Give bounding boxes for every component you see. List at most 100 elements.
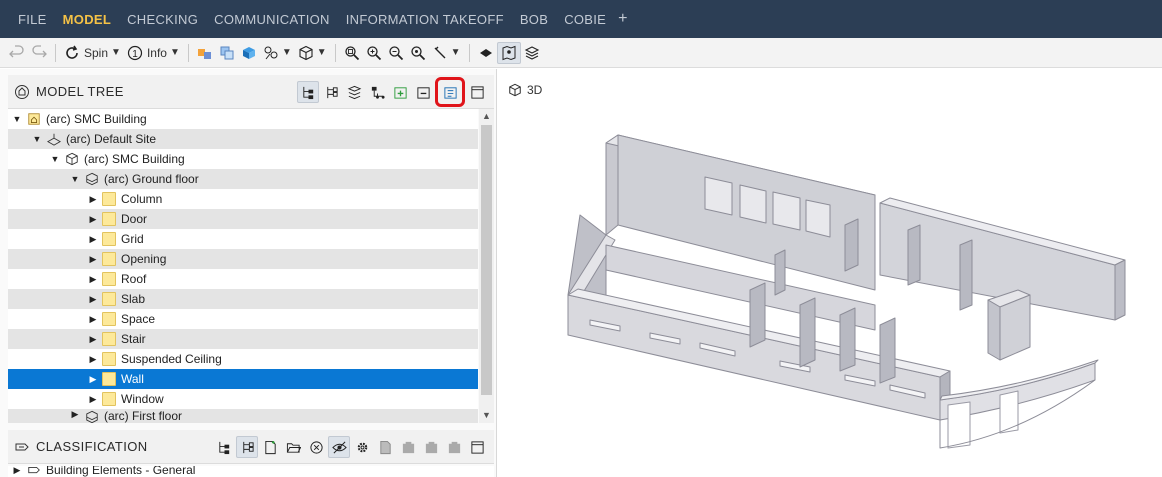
menu-cobie[interactable]: COBIE [564, 12, 606, 27]
zoom-selection-icon[interactable] [407, 42, 429, 64]
view-3d-label[interactable]: 3D [508, 83, 542, 97]
spin-button[interactable]: Spin ▼ [61, 42, 124, 64]
add-tab-button[interactable]: + [618, 10, 627, 28]
view-3d-label-text: 3D [527, 83, 543, 97]
transparency-icon[interactable] [216, 42, 238, 64]
tree-row[interactable]: ▶ Grid [8, 229, 478, 249]
open-folder-icon[interactable] [282, 436, 304, 458]
wall-interior [839, 307, 856, 372]
scroll-up-icon[interactable]: ▲ [479, 109, 494, 124]
expand-arrow-icon[interactable]: ▶ [86, 294, 100, 305]
new-document-icon[interactable] [259, 436, 281, 458]
zoom-fit-icon[interactable] [341, 42, 363, 64]
expand-arrow-icon[interactable]: ▶ [86, 334, 100, 345]
tree-row[interactable]: ▶ Building Elements - General [8, 466, 494, 477]
expand-arrow-icon[interactable]: ▼ [10, 114, 24, 124]
expand-arrow-icon[interactable]: ▶ [86, 274, 100, 285]
expand-all-icon[interactable] [389, 81, 411, 103]
model-tree-icon [15, 84, 29, 99]
expand-arrow-icon[interactable]: ▼ [48, 154, 62, 164]
info-button[interactable]: 1 Info ▼ [124, 42, 183, 64]
tree-row-label: Opening [121, 252, 167, 266]
folder-icon [102, 272, 116, 286]
remove-icon[interactable] [305, 436, 327, 458]
menu-checking[interactable]: CHECKING [127, 12, 198, 27]
window-opening [805, 199, 831, 238]
stack-layers-icon[interactable] [521, 42, 543, 64]
panel-layout-icon[interactable] [466, 81, 488, 103]
hierarchy-view-icon[interactable] [297, 81, 319, 103]
network-tree-icon[interactable] [366, 81, 388, 103]
expand-arrow-icon[interactable]: ▼ [68, 174, 82, 184]
isolate-icon[interactable] [238, 42, 260, 64]
menu-bob[interactable]: BOB [520, 12, 548, 27]
visibility-icon[interactable] [328, 436, 350, 458]
menu-communication[interactable]: COMMUNICATION [214, 12, 330, 27]
layer-tree-icon[interactable] [343, 81, 365, 103]
collapse-to-level-icon[interactable] [435, 77, 465, 107]
hierarchy-view-icon[interactable] [213, 436, 235, 458]
tree-row[interactable]: ▼ (arc) SMC Building [8, 149, 478, 169]
edit-document-icon[interactable] [374, 436, 396, 458]
expand-arrow-icon[interactable]: ▶ [10, 466, 24, 476]
zoom-out-icon[interactable] [385, 42, 407, 64]
expand-arrow-icon[interactable]: ▶ [86, 314, 100, 325]
tree-row[interactable]: ▶ Suspended Ceiling [8, 349, 478, 369]
model-tree-title: MODEL TREE [36, 84, 124, 99]
tree-row[interactable]: ▶ Window [8, 389, 478, 409]
wall-interior [774, 249, 786, 296]
model-tree-header: MODEL TREE [8, 75, 494, 109]
expand-arrow-icon[interactable]: ▶ [86, 194, 100, 205]
zoom-in-icon[interactable] [363, 42, 385, 64]
map-pin-icon[interactable] [496, 41, 521, 64]
tree-structure-icon[interactable] [236, 436, 258, 458]
expand-arrow-icon[interactable]: ▶ [86, 394, 100, 405]
expand-arrow-icon[interactable]: ▶ [68, 409, 82, 420]
tree-row[interactable]: ▶ Roof [8, 269, 478, 289]
tree-row[interactable]: ▶ Space [8, 309, 478, 329]
tree-row[interactable]: ▼ (arc) Ground floor [8, 169, 478, 189]
panel-layout-icon[interactable] [466, 436, 488, 458]
gear-icon[interactable] [351, 436, 373, 458]
layers-diamond-icon[interactable] [475, 42, 497, 64]
tree-row[interactable]: ▶ Slab [8, 289, 478, 309]
tree-row[interactable]: ▼ (arc) SMC Building [8, 109, 478, 129]
model-tree: ▼ (arc) SMC Building ▼ (arc) Default Sit… [8, 109, 478, 423]
menu-information-takeoff[interactable]: INFORMATION TAKEOFF [346, 12, 504, 27]
scroll-down-icon[interactable]: ▼ [479, 408, 494, 423]
expand-arrow-icon[interactable]: ▶ [86, 374, 100, 385]
expand-arrow-icon[interactable]: ▶ [86, 254, 100, 265]
3d-model-viewport[interactable] [540, 115, 1140, 465]
redo-icon[interactable] [28, 42, 50, 64]
collapse-box-icon[interactable] [397, 436, 419, 458]
tree-row[interactable]: ▶ Door [8, 209, 478, 229]
pick-icon[interactable]: ▼ [429, 42, 464, 64]
undo-icon[interactable] [6, 42, 28, 64]
expand-arrow-icon[interactable]: ▶ [86, 354, 100, 365]
classification-header: CLASSIFICATION [8, 430, 494, 464]
collapse-box-icon[interactable] [420, 436, 442, 458]
folder-icon [102, 232, 116, 246]
expand-arrow-icon[interactable]: ▶ [86, 234, 100, 245]
collapse-box-icon[interactable] [443, 436, 465, 458]
classification-tree: ▶ Building Elements - General [8, 466, 494, 477]
view-cube-icon[interactable]: ▼ [295, 42, 330, 64]
tree-row[interactable]: ▶ Opening [8, 249, 478, 269]
menu-model[interactable]: MODEL [63, 12, 111, 27]
tree-row[interactable]: ▶ (arc) First floor [8, 409, 478, 423]
wall-interior [879, 317, 896, 384]
tree-row[interactable]: ▶ Stair [8, 329, 478, 349]
menu-file[interactable]: FILE [18, 12, 47, 27]
expand-arrow-icon[interactable]: ▼ [30, 134, 44, 144]
tree-structure-icon[interactable] [320, 81, 342, 103]
model-tree-scrollbar[interactable]: ▲ ▼ [479, 109, 494, 423]
tree-row[interactable]: ▼ (arc) Default Site [8, 129, 478, 149]
objects-color-icon[interactable] [194, 42, 216, 64]
tree-row[interactable]: ▶ Column [8, 189, 478, 209]
walk-icon[interactable]: ▼ [260, 42, 295, 64]
tree-row-selected[interactable]: ▶ Wall [8, 369, 478, 389]
scroll-thumb[interactable] [481, 125, 492, 395]
collapse-all-icon[interactable] [412, 81, 434, 103]
expand-arrow-icon[interactable]: ▶ [86, 214, 100, 225]
folder-icon [102, 192, 116, 206]
